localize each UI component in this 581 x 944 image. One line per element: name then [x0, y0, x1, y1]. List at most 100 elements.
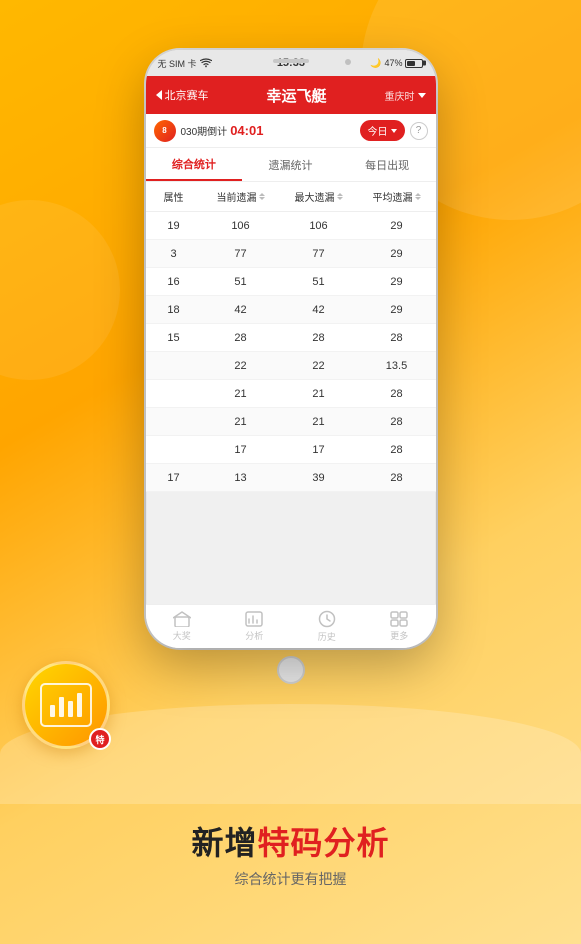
cell-current: 28 [202, 332, 280, 344]
bnav-item-more[interactable]: 更多 [363, 611, 436, 642]
cell-avg: 29 [358, 304, 436, 316]
tab-missed[interactable]: 遗漏统计 [242, 148, 339, 181]
bnav-more-label: 更多 [390, 629, 408, 642]
table-row: 21 21 28 [146, 408, 436, 436]
app-nav-bar: 北京赛车 幸运飞艇 重庆时 [146, 76, 436, 114]
nav-back-label: 北京赛车 [165, 87, 209, 103]
cell-max: 77 [280, 248, 358, 260]
bnav-item-analysis[interactable]: 分析 [218, 611, 291, 642]
tab-comprehensive[interactable]: 综合统计 [146, 148, 243, 181]
nav-right-label: 重庆时 [385, 88, 415, 103]
cell-max: 106 [280, 220, 358, 232]
home-icon [173, 611, 191, 627]
today-button[interactable]: 今日 [360, 120, 405, 141]
th-attr: 属性 [146, 182, 202, 211]
table-body: 19 106 106 29 3 77 77 29 16 51 51 29 18 [146, 212, 436, 492]
chart-bar-3 [68, 701, 73, 717]
cell-current: 106 [202, 220, 280, 232]
phone-wrapper: 无 SIM 卡 15:33 🌙 47% [146, 50, 436, 684]
cell-avg: 28 [358, 332, 436, 344]
status-left: 无 SIM 卡 [158, 57, 212, 70]
sub-title: 综合统计更有把握 [0, 869, 581, 889]
cell-max: 21 [280, 388, 358, 400]
today-chevron-icon [391, 129, 397, 133]
battery-icon [405, 59, 423, 68]
cell-max: 21 [280, 416, 358, 428]
feature-icon-container: 特 [22, 661, 110, 749]
history-icon [318, 610, 336, 628]
wifi-icon [200, 58, 212, 68]
battery-fill [407, 61, 415, 66]
cell-attr: 17 [146, 472, 202, 484]
cell-avg: 29 [358, 276, 436, 288]
table-row: 17 17 28 [146, 436, 436, 464]
chevron-down-icon [418, 93, 426, 98]
cell-attr: 19 [146, 220, 202, 232]
cell-max: 17 [280, 444, 358, 456]
bnav-home-label: 大奖 [173, 629, 191, 642]
cell-avg: 13.5 [358, 360, 436, 372]
table-row: 18 42 42 29 [146, 296, 436, 324]
cell-max: 22 [280, 360, 358, 372]
bottom-text-section: 新增特码分析 综合统计更有把握 [0, 818, 581, 889]
cell-max: 39 [280, 472, 358, 484]
cell-current: 22 [202, 360, 280, 372]
nav-right-area[interactable]: 重庆时 [385, 88, 426, 103]
status-bar: 无 SIM 卡 15:33 🌙 47% [146, 50, 436, 76]
bnav-item-home[interactable]: 大奖 [146, 611, 219, 642]
table-row: 19 106 106 29 [146, 212, 436, 240]
bottom-nav-bar: 大奖 分析 历史 [146, 604, 436, 648]
cell-current: 42 [202, 304, 280, 316]
table-row: 21 21 28 [146, 380, 436, 408]
sort-icon-avg [415, 193, 421, 200]
phone-body: 无 SIM 卡 15:33 🌙 47% [146, 50, 436, 648]
cell-avg: 29 [358, 220, 436, 232]
today-label: 今日 [368, 123, 388, 138]
feature-icon-circle: 特 [22, 661, 110, 749]
th-current[interactable]: 当前遗漏 [202, 182, 280, 211]
sort-icon-current [259, 193, 265, 200]
th-max[interactable]: 最大遗漏 [280, 182, 358, 211]
chevron-left-icon [156, 90, 162, 100]
cell-avg: 28 [358, 388, 436, 400]
cell-current: 21 [202, 388, 280, 400]
cell-current: 17 [202, 444, 280, 456]
cell-max: 42 [280, 304, 358, 316]
cell-attr: 16 [146, 276, 202, 288]
sub-header: 8 030期倒计 04:01 今日 ? [146, 114, 436, 148]
carrier-text: 无 SIM 卡 [158, 57, 197, 70]
cell-max: 28 [280, 332, 358, 344]
bnav-analysis-label: 分析 [245, 629, 263, 642]
table-row: 17 13 39 28 [146, 464, 436, 492]
cell-avg: 28 [358, 416, 436, 428]
chart-bars [50, 693, 82, 717]
chart-bar-1 [50, 705, 55, 717]
cell-attr: 15 [146, 332, 202, 344]
bnav-item-history[interactable]: 历史 [291, 610, 364, 643]
feature-icon-box [40, 683, 92, 727]
table-header: 属性 当前遗漏 最大遗漏 平均遗漏 [146, 182, 436, 212]
title-prefix: 新增 [191, 825, 257, 861]
th-avg[interactable]: 平均遗漏 [358, 182, 436, 211]
table-row: 22 22 13.5 [146, 352, 436, 380]
countdown-display: 04:01 [230, 123, 263, 138]
table-row: 3 77 77 29 [146, 240, 436, 268]
cell-current: 51 [202, 276, 280, 288]
more-icon [390, 611, 408, 627]
lottery-logo: 8 [154, 120, 176, 142]
chart-bar-4 [77, 693, 82, 717]
nav-back-btn[interactable]: 北京赛车 [156, 87, 209, 103]
help-button[interactable]: ? [410, 122, 428, 140]
tab-daily[interactable]: 每日出现 [339, 148, 436, 181]
help-label: ? [416, 125, 422, 136]
cell-avg: 28 [358, 444, 436, 456]
cell-max: 51 [280, 276, 358, 288]
table-row: 15 28 28 28 [146, 324, 436, 352]
nav-title: 幸运飞艇 [209, 85, 385, 106]
chart-bar-2 [59, 697, 64, 717]
period-label: 030期倒计 [181, 123, 228, 138]
battery-tip [423, 61, 426, 66]
phone-camera [345, 59, 351, 65]
battery-percent: 47% [384, 58, 402, 68]
bnav-history-label: 历史 [318, 630, 336, 643]
